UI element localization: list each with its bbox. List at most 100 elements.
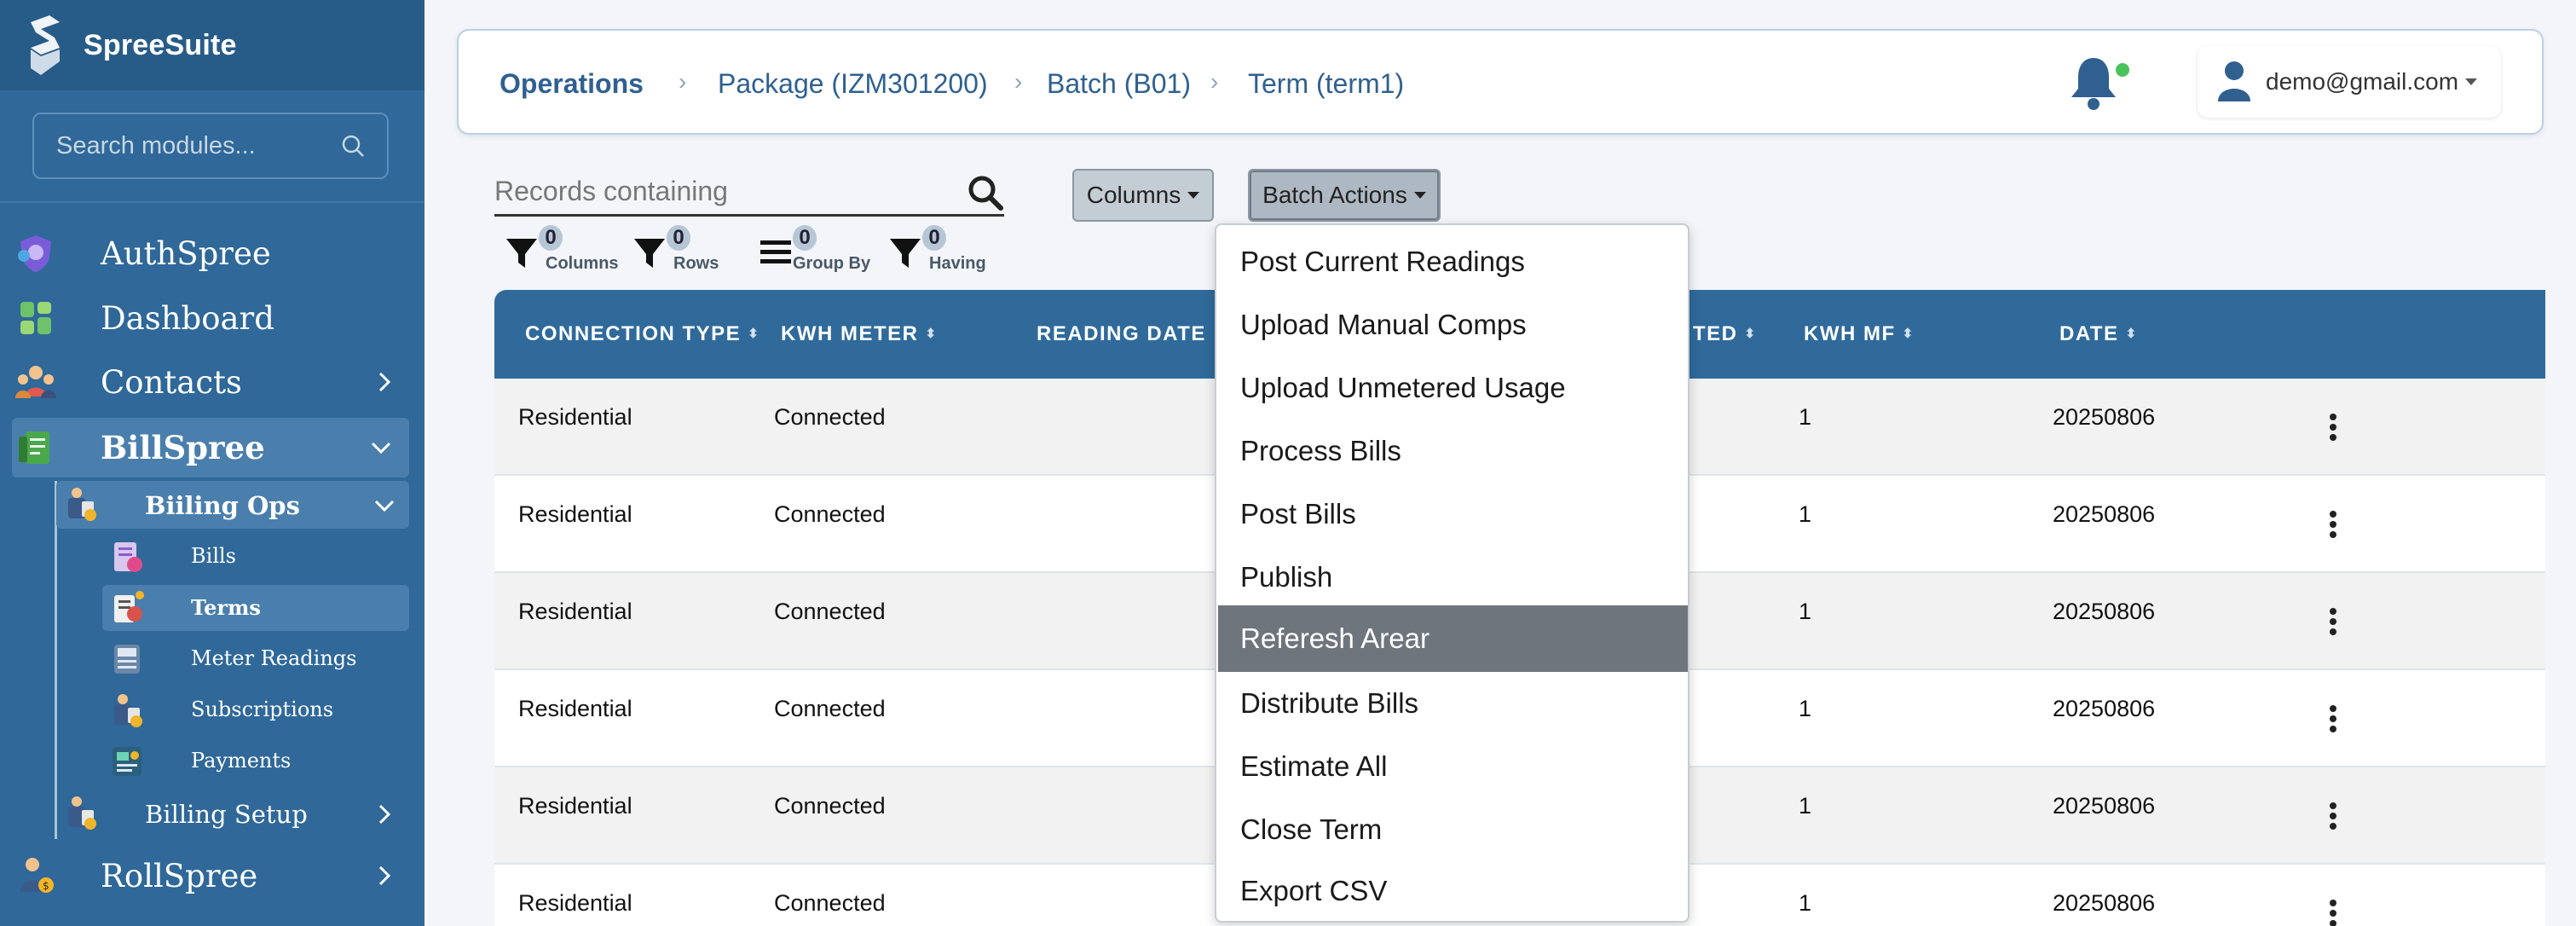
menu-item-referesh-arear[interactable]: Referesh Arear: [1218, 605, 1688, 672]
sidebar-item-meter-readings[interactable]: Meter Readings: [102, 636, 409, 682]
sidebar: SpreeSuite Search modules... AuthSpree D…: [0, 0, 425, 926]
filter-having[interactable]: 0 Having: [888, 223, 999, 275]
filter-count-badge: 0: [922, 225, 946, 251]
chevron-right-icon: [378, 804, 391, 825]
menu-item-distribute-bills[interactable]: Distribute Bills: [1218, 670, 1688, 737]
search-icon[interactable]: [967, 174, 1004, 211]
top-header: Operations › Package (IZM301200) › Batch…: [457, 29, 2544, 135]
row-actions-kebab-icon[interactable]: [2329, 413, 2337, 442]
chevron-down-icon: [374, 500, 395, 512]
caret-down-icon: [2465, 78, 2478, 85]
sort-icon: ⬍: [925, 327, 937, 341]
dashboard-icon: [20, 302, 51, 334]
people-icon: [15, 366, 56, 398]
sidebar-item-label: AuthSpree: [101, 234, 271, 272]
breadcrumb-package[interactable]: Package (IZM301200): [718, 68, 988, 100]
breadcrumb-term[interactable]: Term (term1): [1248, 68, 1404, 100]
row-actions-kebab-icon[interactable]: [2329, 704, 2337, 733]
sidebar-item-billing-ops[interactable]: Biiling Ops: [56, 481, 409, 529]
row-actions-kebab-icon[interactable]: [2329, 510, 2337, 539]
menu-item-post-bills[interactable]: Post Bills: [1218, 481, 1688, 547]
submenu-guide-line: [55, 481, 57, 839]
row-actions-kebab-icon[interactable]: [2329, 899, 2337, 926]
meter-icon: [114, 645, 140, 674]
column-header-ted[interactable]: TED ⬍: [1693, 322, 1755, 346]
sidebar-item-label: Subscriptions: [191, 697, 334, 721]
menu-item-publish[interactable]: Publish: [1218, 544, 1688, 611]
spreesuite-logo-icon: [31, 15, 60, 75]
columns-button[interactable]: Columns: [1072, 169, 1214, 222]
breadcrumb-separator-icon: ›: [1210, 68, 1219, 95]
sidebar-item-terms[interactable]: Terms: [102, 585, 409, 631]
cell-kwh-mf: 1: [1799, 404, 1812, 430]
module-search-input[interactable]: Search modules...: [32, 113, 389, 179]
cell-connection-type: Residential: [518, 696, 632, 721]
cell-kwh-mf: 1: [1799, 501, 1812, 527]
sidebar-item-contacts[interactable]: Contacts: [0, 352, 425, 412]
filter-columns[interactable]: 0 Columns: [505, 223, 624, 275]
sidebar-item-billspree[interactable]: BillSpree: [12, 418, 409, 477]
cell-connection-type: Residential: [518, 404, 632, 430]
sidebar-item-rollspree[interactable]: $ RollSpree: [0, 846, 425, 906]
row-actions-kebab-icon[interactable]: [2329, 802, 2337, 831]
records-search: [494, 169, 1004, 217]
menu-item-estimate-all[interactable]: Estimate All: [1218, 733, 1688, 800]
cell-date: 20250806: [2053, 793, 2156, 819]
caret-down-icon: [1187, 192, 1200, 199]
sidebar-item-billing-setup[interactable]: Billing Setup: [56, 790, 409, 837]
sidebar-item-dashboard[interactable]: Dashboard: [0, 288, 425, 348]
sidebar-item-label: BillSpree: [101, 429, 265, 466]
chevron-right-icon: [378, 865, 391, 886]
batch-actions-button-label: Batch Actions: [1262, 182, 1407, 208]
menu-item-export-csv[interactable]: Export CSV: [1218, 858, 1688, 921]
cell-connection-type: Residential: [518, 793, 632, 819]
column-header-connection-type[interactable]: CONNECTION TYPE ⬍: [525, 322, 759, 346]
menu-item-process-bills[interactable]: Process Bills: [1218, 418, 1688, 484]
sort-icon: ⬍: [748, 327, 759, 341]
cell-date: 20250806: [2053, 890, 2156, 916]
filter-rows[interactable]: 0 Rows: [632, 223, 726, 275]
menu-item-close-term[interactable]: Close Term: [1218, 796, 1688, 863]
funnel-icon: [890, 239, 921, 268]
column-header-kwh-mf[interactable]: KWH MF ⬍: [1804, 322, 1913, 346]
menu-item-post-current-readings[interactable]: Post Current Readings: [1218, 229, 1688, 295]
cell-kwh-meter: Connected: [774, 890, 886, 916]
column-header-reading-date[interactable]: READING DATE⬍: [1037, 322, 1223, 346]
user-menu[interactable]: demo@gmail.com: [2198, 46, 2501, 118]
brand[interactable]: SpreeSuite: [0, 0, 425, 90]
sidebar-item-subscriptions[interactable]: Subscriptions: [102, 687, 409, 733]
menu-item-upload-unmetered-usage[interactable]: Upload Unmetered Usage: [1218, 355, 1688, 421]
roll-icon: $: [20, 858, 54, 893]
app-name: SpreeSuite: [84, 28, 237, 61]
caret-down-icon: [1413, 192, 1426, 199]
cell-kwh-meter: Connected: [774, 599, 886, 624]
cell-connection-type: Residential: [518, 501, 632, 527]
breadcrumb-batch[interactable]: Batch (B01): [1047, 68, 1191, 100]
column-header-date[interactable]: DATE ⬍: [2059, 322, 2136, 346]
filter-group-by[interactable]: 0 Group By: [759, 223, 878, 275]
user-avatar-icon: [2218, 61, 2250, 101]
sidebar-item-payments[interactable]: Payments: [102, 738, 409, 784]
records-search-input[interactable]: [494, 169, 938, 213]
row-actions-kebab-icon[interactable]: [2329, 607, 2337, 636]
sidebar-item-label: Bills: [191, 544, 236, 568]
sort-icon: ⬍: [1744, 327, 1756, 341]
sort-icon: ⬍: [1902, 327, 1914, 341]
menu-item-upload-manual-comps[interactable]: Upload Manual Comps: [1218, 292, 1688, 358]
breadcrumb-separator-icon: ›: [1014, 68, 1023, 95]
sidebar-item-authspree[interactable]: AuthSpree: [0, 223, 425, 283]
search-icon: [342, 135, 364, 157]
batch-actions-menu: Post Current Readings Upload Manual Comp…: [1215, 223, 1689, 923]
terms-icon: [114, 591, 144, 622]
sidebar-item-label: Meter Readings: [191, 646, 357, 670]
user-email: demo@gmail.com: [2266, 68, 2459, 95]
cell-date: 20250806: [2053, 501, 2156, 527]
sidebar-item-bills[interactable]: Bills: [102, 534, 409, 580]
batch-actions-button[interactable]: Batch Actions: [1248, 169, 1441, 222]
breadcrumb-operations[interactable]: Operations: [500, 68, 644, 100]
billing-setup-icon: [68, 796, 96, 830]
notification-bell-icon[interactable]: [2068, 55, 2119, 111]
column-header-kwh-meter[interactable]: KWH METER ⬍: [781, 322, 936, 346]
chevron-right-icon: [378, 372, 391, 392]
payments-icon: [113, 747, 142, 776]
